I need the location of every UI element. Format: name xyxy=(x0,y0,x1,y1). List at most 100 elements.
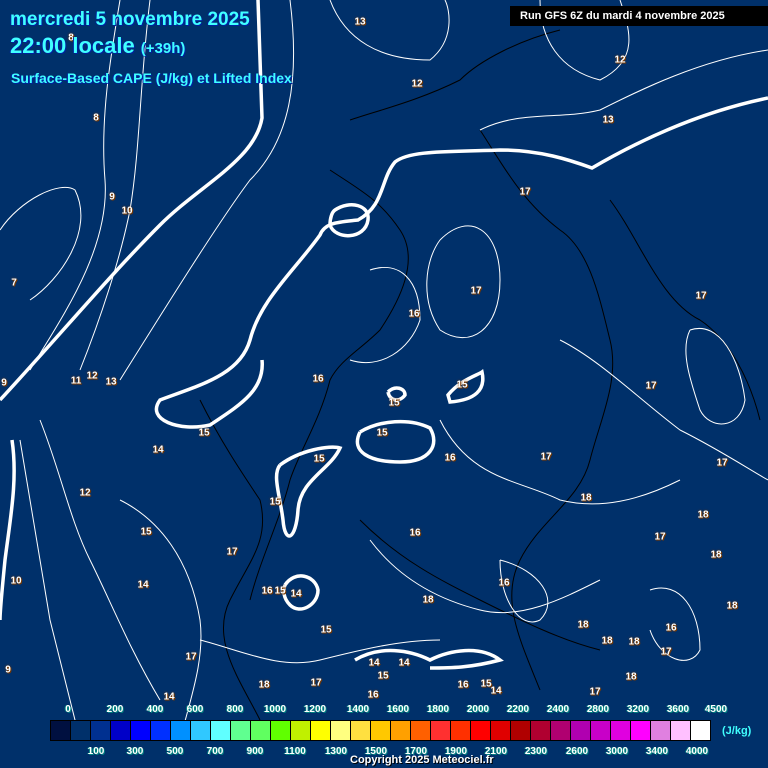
legend-label-bottom: 1100 xyxy=(284,746,306,757)
legend-swatch xyxy=(51,721,71,740)
lifted-index-label: 17 xyxy=(310,677,322,689)
lifted-index-label: 18 xyxy=(258,679,270,691)
lifted-index-label: 15 xyxy=(313,453,325,465)
lifted-index-label: 17 xyxy=(589,686,601,698)
legend-label-bottom: 2300 xyxy=(524,746,548,757)
legend-swatch xyxy=(111,721,131,740)
lifted-index-label: 16 xyxy=(367,689,379,701)
lifted-index-label: 11 xyxy=(70,375,82,387)
legend-label-bottom: 2600 xyxy=(565,746,589,757)
lifted-index-label: 17 xyxy=(716,457,728,469)
lifted-index-label: 18 xyxy=(580,492,592,504)
legend-swatch xyxy=(131,721,151,740)
lifted-index-label: 18 xyxy=(628,636,640,648)
legend-label-top: 1400 xyxy=(346,704,370,715)
lifted-index-label: 17 xyxy=(645,380,657,392)
legend-swatch xyxy=(571,721,591,740)
forecast-time-value: 22:00 locale xyxy=(10,33,135,58)
legend-label-bottom: 900 xyxy=(246,746,264,757)
legend-swatch xyxy=(691,721,710,740)
lifted-index-label: 8 xyxy=(93,112,99,124)
legend-swatch xyxy=(191,721,211,740)
lifted-index-label: 13 xyxy=(602,114,614,126)
forecast-time: 22:00 locale (+39h) xyxy=(10,33,185,59)
lifted-index-label: 14 xyxy=(152,444,164,456)
legend-label-bottom: 1300 xyxy=(324,746,348,757)
lifted-index-label: 14 xyxy=(398,657,410,669)
lifted-index-label: 18 xyxy=(697,509,709,521)
lifted-index-label: 17 xyxy=(654,531,666,543)
lifted-index-label: 17 xyxy=(470,285,482,297)
legend-unit: (J/kg) xyxy=(722,725,752,737)
lifted-index-label: 14 xyxy=(490,685,502,697)
legend-swatch xyxy=(391,721,411,740)
lifted-index-label: 13 xyxy=(105,376,117,388)
lifted-index-label: 18 xyxy=(577,619,589,631)
lifted-index-label: 17 xyxy=(519,186,531,198)
legend-label-bottom: 500 xyxy=(166,746,184,757)
legend-label-top: 2200 xyxy=(506,704,530,715)
lifted-index-label: 18 xyxy=(726,600,738,612)
legend-label-top: 1600 xyxy=(386,704,410,715)
legend-label-top: 600 xyxy=(186,704,204,715)
lifted-index-label: 9 xyxy=(1,377,7,389)
legend-swatch xyxy=(151,721,171,740)
legend-label-bottom: 3000 xyxy=(605,746,629,757)
lifted-index-label: 15 xyxy=(456,379,468,391)
lifted-index-contours xyxy=(0,0,768,741)
legend-label-bottom: 100 xyxy=(87,746,105,757)
lifted-index-label: 16 xyxy=(312,373,324,385)
legend-label-top: 400 xyxy=(146,704,164,715)
forecast-offset: (+39h) xyxy=(140,40,186,57)
legend-swatch xyxy=(331,721,351,740)
lifted-index-label: 17 xyxy=(660,646,672,658)
lifted-index-label: 17 xyxy=(695,290,707,302)
legend-label-top: 4500 xyxy=(704,704,728,715)
legend-label-bottom: 300 xyxy=(126,746,144,757)
legend-swatch xyxy=(291,721,311,740)
legend-swatch xyxy=(511,721,531,740)
legend-swatch xyxy=(491,721,511,740)
legend-label-top: 2400 xyxy=(546,704,570,715)
lifted-index-label: 15 xyxy=(320,624,332,636)
lifted-index-label: 17 xyxy=(540,451,552,463)
legend-swatch xyxy=(531,721,551,740)
legend-swatch xyxy=(271,721,291,740)
lifted-index-label: 15 xyxy=(274,585,286,597)
legend-swatch xyxy=(651,721,671,740)
cape-color-legend xyxy=(50,720,711,741)
lifted-index-label: 15 xyxy=(388,397,400,409)
lifted-index-label: 16 xyxy=(409,527,421,539)
legend-swatch xyxy=(551,721,571,740)
legend-swatch xyxy=(311,721,331,740)
legend-swatch xyxy=(471,721,491,740)
legend-label-top: 2800 xyxy=(586,704,610,715)
legend-label-bottom: 4000 xyxy=(685,746,709,757)
legend-swatch xyxy=(351,721,371,740)
legend-swatch xyxy=(591,721,611,740)
lifted-index-label: 16 xyxy=(457,679,469,691)
parameter-title: Surface-Based CAPE (J/kg) et Lifted Inde… xyxy=(11,70,292,86)
legend-label-top: 200 xyxy=(106,704,124,715)
legend-swatch xyxy=(91,721,111,740)
legend-label-top: 3600 xyxy=(666,704,690,715)
legend-swatch xyxy=(231,721,251,740)
lifted-index-label: 15 xyxy=(269,496,281,508)
lifted-index-label: 18 xyxy=(601,635,613,647)
legend-swatch xyxy=(211,721,231,740)
lifted-index-label: 9 xyxy=(109,191,115,203)
legend-swatch xyxy=(171,721,191,740)
legend-swatch xyxy=(251,721,271,740)
legend-swatch xyxy=(71,721,91,740)
lifted-index-label: 12 xyxy=(411,78,423,90)
lifted-index-label: 12 xyxy=(614,54,626,66)
legend-label-bottom: 3400 xyxy=(645,746,669,757)
lifted-index-label: 14 xyxy=(163,691,175,703)
legend-swatch xyxy=(671,721,691,740)
legend-swatch xyxy=(451,721,471,740)
lifted-index-label: 13 xyxy=(354,16,366,28)
legend-label-top: 1200 xyxy=(303,704,327,715)
legend-swatch xyxy=(631,721,651,740)
lifted-index-label: 16 xyxy=(408,308,420,320)
lifted-index-label: 12 xyxy=(86,370,98,382)
